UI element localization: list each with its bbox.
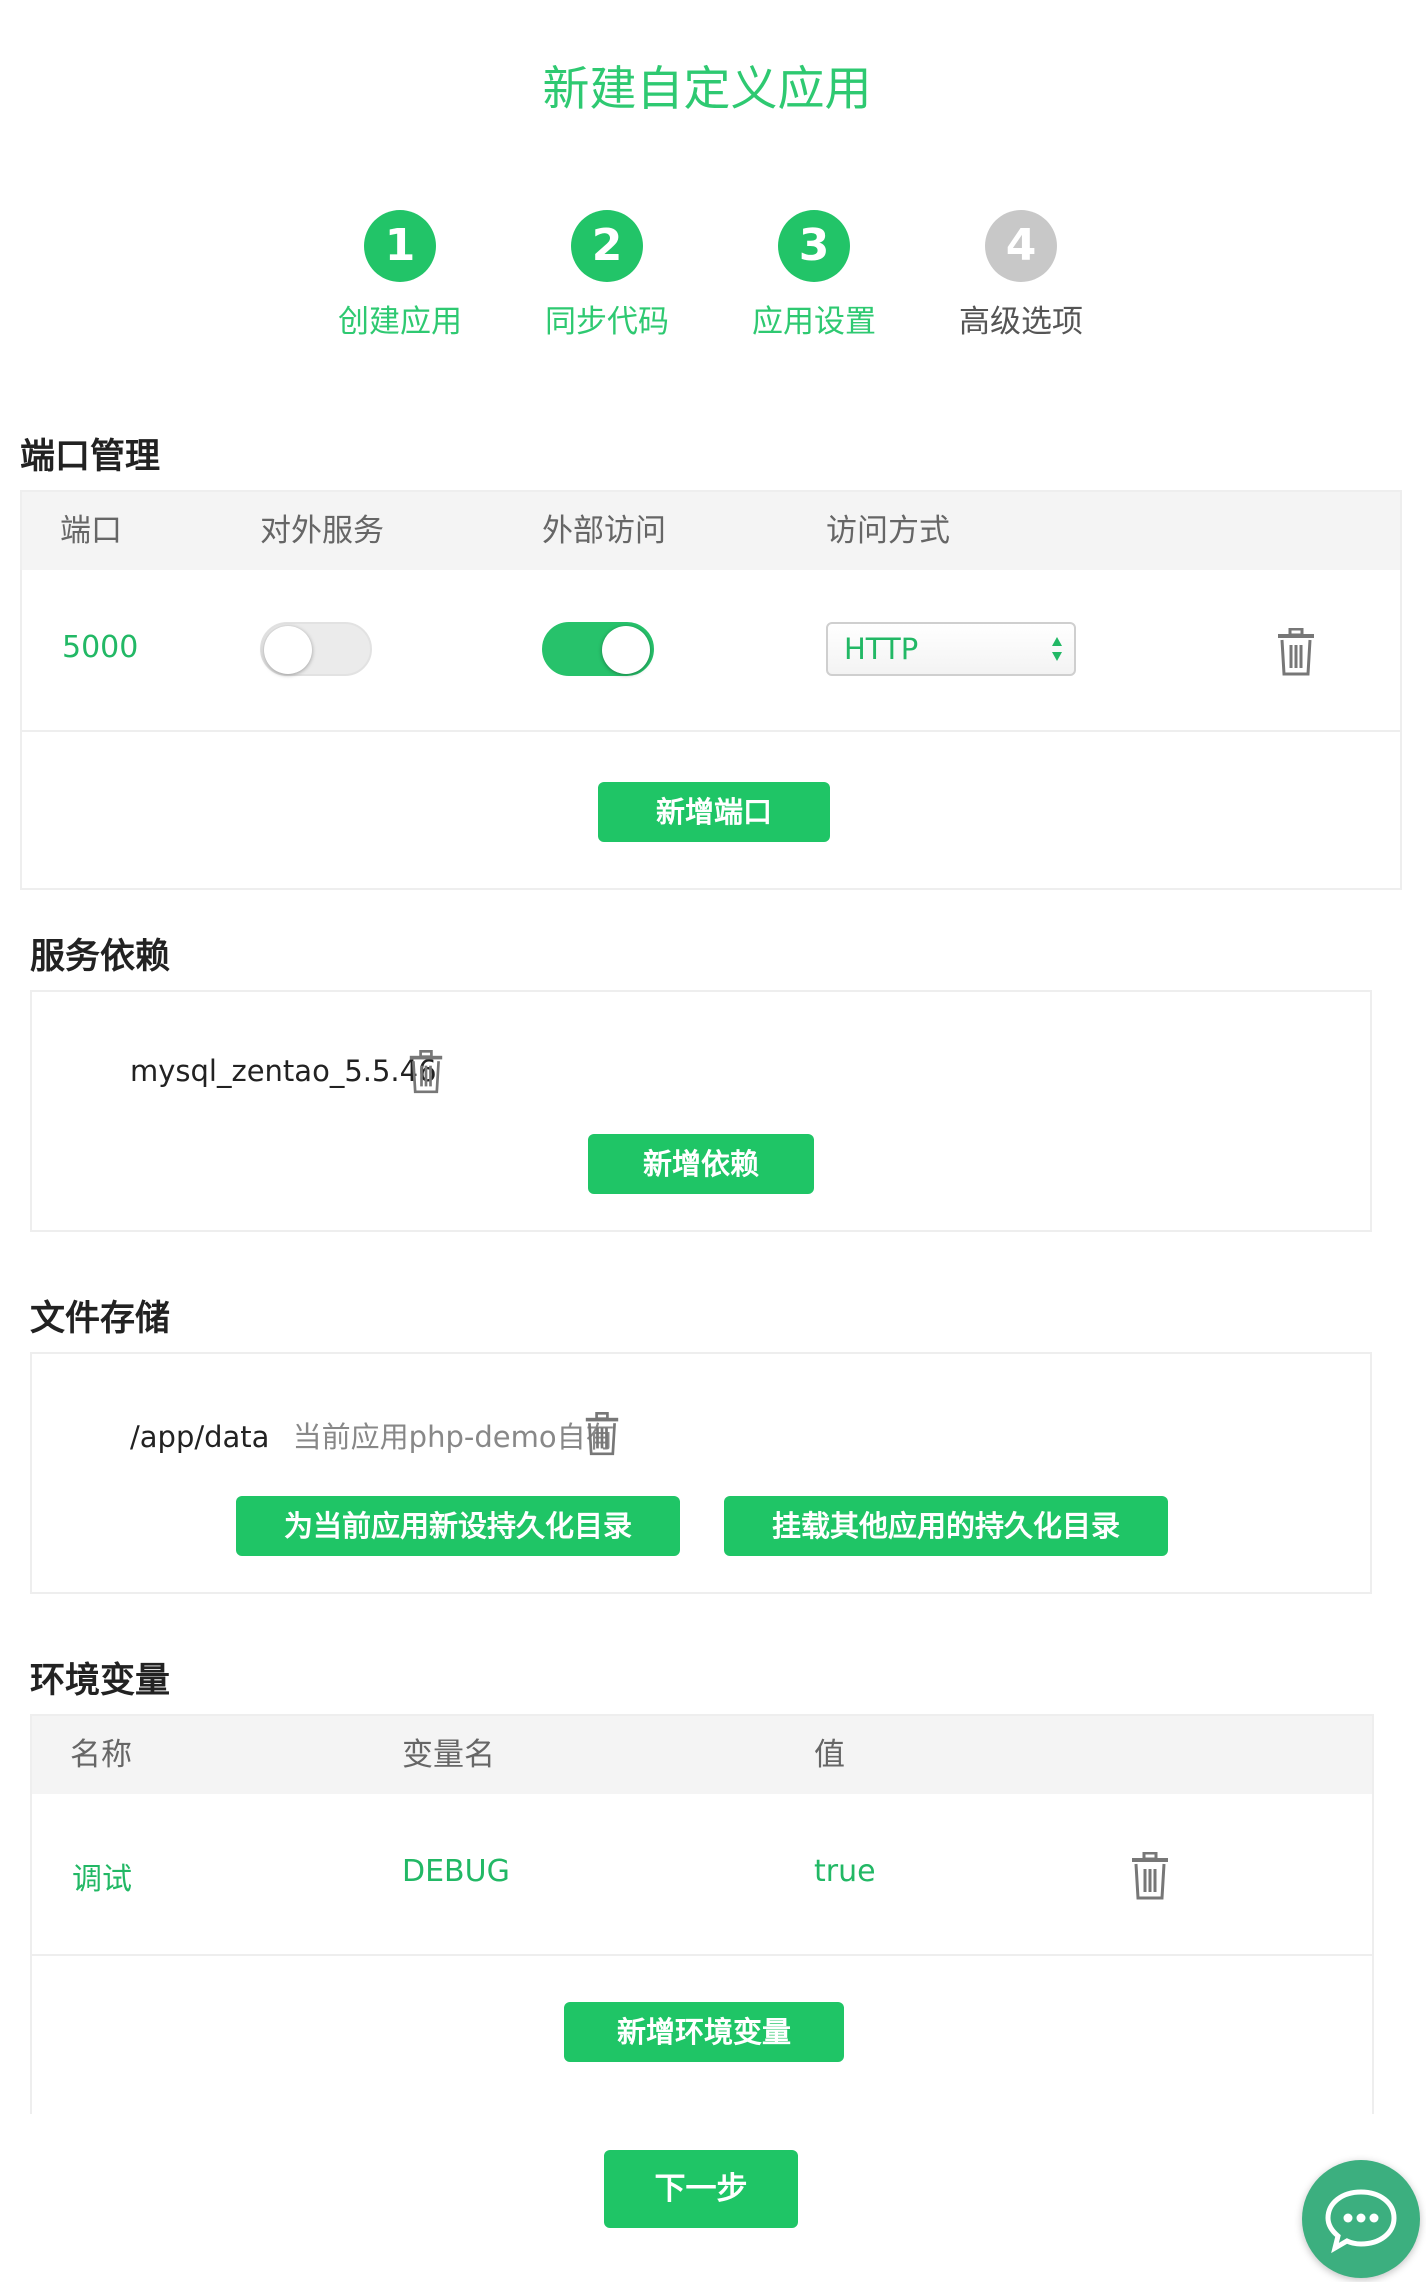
row-divider <box>32 1954 1372 1956</box>
step-1-number: 1 <box>364 210 436 282</box>
external-access-toggle[interactable] <box>542 622 654 676</box>
row-divider <box>22 730 1400 732</box>
mount-persistent-dir-button[interactable]: 挂载其他应用的持久化目录 <box>724 1496 1168 1556</box>
dependency-name: mysql_zentao_5.5.46 <box>130 1054 437 1088</box>
external-service-toggle[interactable] <box>260 622 372 676</box>
updown-arrows-icon <box>1052 637 1062 661</box>
trash-icon[interactable] <box>584 1412 620 1456</box>
step-2-label: 同步代码 <box>545 304 669 340</box>
table-row: 5000 HTTP <box>22 570 1400 730</box>
storage-section-title: 文件存储 <box>30 1299 171 1339</box>
step-1: 1 创建应用 <box>310 210 490 341</box>
step-3-label: 应用设置 <box>752 304 876 340</box>
env-header-var: 变量名 <box>402 1737 495 1773</box>
step-4-label: 高级选项 <box>959 304 1083 340</box>
trash-icon[interactable] <box>408 1050 444 1094</box>
add-dependency-button[interactable]: 新增依赖 <box>588 1134 814 1194</box>
list-item: /app/data 当前应用php-demo自有 <box>130 1414 615 1456</box>
trash-icon[interactable] <box>1276 628 1316 676</box>
step-4-number: 4 <box>985 210 1057 282</box>
env-value: true <box>814 1854 876 1889</box>
step-4: 4 高级选项 <box>931 210 1111 341</box>
access-method-select[interactable]: HTTP <box>826 622 1076 676</box>
step-3-number: 3 <box>778 210 850 282</box>
env-section-title: 环境变量 <box>30 1661 171 1701</box>
next-step-button[interactable]: 下一步 <box>604 2150 798 2228</box>
env-name: 调试 <box>72 1862 132 1897</box>
dependencies-panel: mysql_zentao_5.5.46 新增依赖 <box>30 990 1372 1232</box>
env-var: DEBUG <box>402 1854 510 1889</box>
env-table-header: 名称 变量名 值 <box>32 1716 1372 1794</box>
dependencies-section-title: 服务依赖 <box>30 937 171 977</box>
step-2: 2 同步代码 <box>517 210 697 341</box>
env-header-name: 名称 <box>70 1737 132 1773</box>
step-3: 3 应用设置 <box>724 210 904 341</box>
access-method-value: HTTP <box>844 632 919 666</box>
page-title: 新建自定义应用 <box>542 62 872 117</box>
storage-path: /app/data <box>130 1420 270 1454</box>
port-number: 5000 <box>62 630 139 665</box>
step-1-label: 创建应用 <box>338 304 462 340</box>
ports-header-external-access: 外部访问 <box>542 513 666 549</box>
toggle-knob <box>264 626 312 674</box>
toggle-knob <box>602 626 650 674</box>
ports-header-external-service: 对外服务 <box>260 513 384 549</box>
storage-panel: /app/data 当前应用php-demo自有 为当前应用新设持久化目录 挂载… <box>30 1352 1372 1594</box>
step-2-number: 2 <box>571 210 643 282</box>
ports-header-port: 端口 <box>60 513 122 549</box>
chat-bubble-icon <box>1325 2189 1397 2254</box>
list-item: mysql_zentao_5.5.46 <box>130 1054 437 1088</box>
ports-section-title: 端口管理 <box>20 437 161 477</box>
ports-panel: 端口 对外服务 外部访问 访问方式 5000 HTTP 新增端口 <box>20 490 1402 890</box>
trash-icon[interactable] <box>1130 1852 1170 1900</box>
chat-button[interactable] <box>1302 2160 1420 2278</box>
storage-note: 当前应用php-demo自有 <box>292 1420 615 1454</box>
env-panel: 名称 变量名 值 调试 DEBUG true 新增环境变量 <box>30 1714 1374 2114</box>
add-env-var-button[interactable]: 新增环境变量 <box>564 2002 844 2062</box>
ports-table-header: 端口 对外服务 外部访问 访问方式 <box>22 492 1400 570</box>
table-row: 调试 DEBUG true <box>32 1794 1372 1954</box>
add-port-button[interactable]: 新增端口 <box>598 782 830 842</box>
env-header-value: 值 <box>814 1737 845 1773</box>
ports-header-access-method: 访问方式 <box>826 513 950 549</box>
new-persistent-dir-button[interactable]: 为当前应用新设持久化目录 <box>236 1496 680 1556</box>
